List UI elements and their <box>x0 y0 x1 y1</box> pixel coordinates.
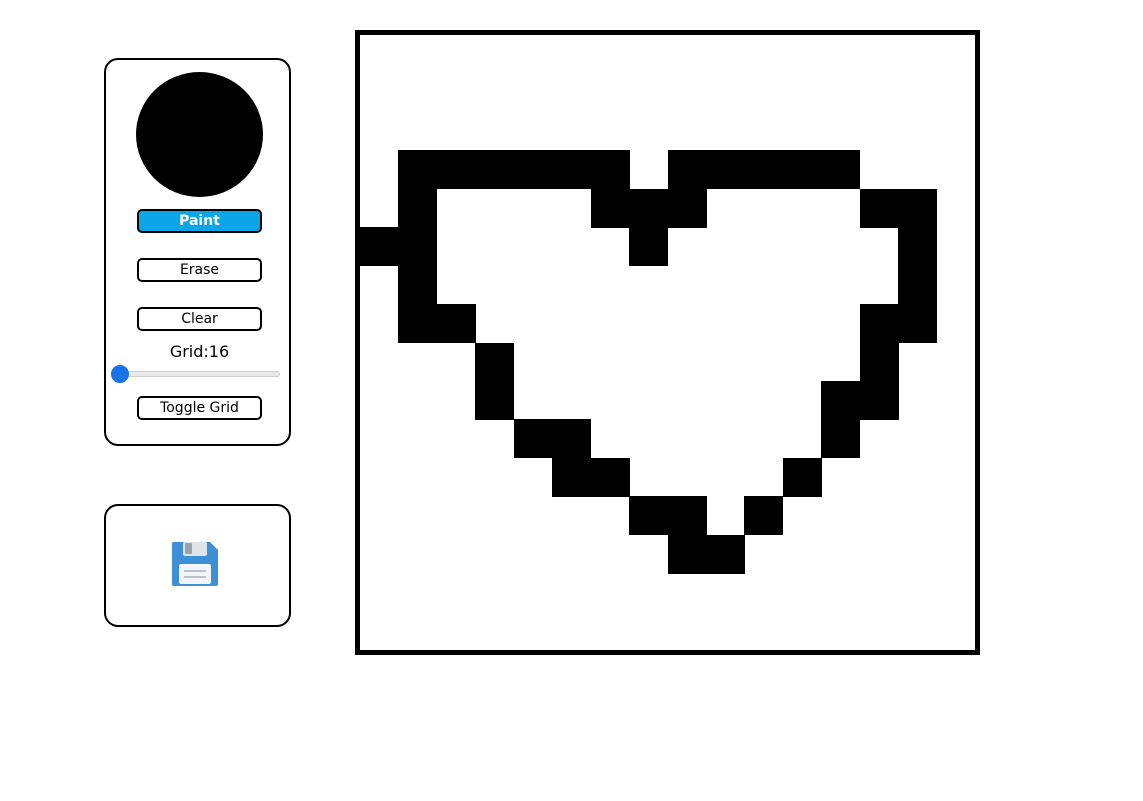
erase-button[interactable]: Erase <box>137 258 262 282</box>
pixel-cell[interactable] <box>859 342 899 382</box>
pixel-cell[interactable] <box>398 227 438 267</box>
paint-button[interactable]: Paint <box>137 209 262 233</box>
tools-panel: Paint Erase Clear Grid:16 Toggle Grid <box>104 58 291 446</box>
pixel-cell[interactable] <box>552 150 592 190</box>
pixel-cell[interactable] <box>667 496 707 536</box>
pixel-cell[interactable] <box>667 534 707 574</box>
pixel-cell[interactable] <box>898 304 938 344</box>
pixel-cell[interactable] <box>552 419 592 459</box>
grid-size-slider[interactable] <box>111 365 280 383</box>
pixel-cell[interactable] <box>744 496 784 536</box>
pixel-cell[interactable] <box>475 380 515 420</box>
pixel-cell[interactable] <box>744 150 784 190</box>
grid-size-label: Grid:16 <box>169 342 230 361</box>
pixel-cell[interactable] <box>398 188 438 228</box>
pixel-cell[interactable] <box>475 150 515 190</box>
pixel-cell[interactable] <box>360 227 399 267</box>
pixel-cell[interactable] <box>898 265 938 305</box>
floppy-disk-save-icon[interactable] <box>170 538 220 588</box>
pixel-cell[interactable] <box>436 304 476 344</box>
pixel-cell[interactable] <box>705 150 745 190</box>
pixel-cell[interactable] <box>590 188 630 228</box>
drawing-canvas[interactable] <box>355 30 980 655</box>
current-color-swatch[interactable] <box>136 72 263 197</box>
pixel-cell[interactable] <box>629 227 669 267</box>
pixel-cell[interactable] <box>859 188 899 228</box>
clear-button[interactable]: Clear <box>137 307 262 331</box>
slider-track[interactable] <box>120 371 280 377</box>
save-panel <box>104 504 291 627</box>
pixel-cell[interactable] <box>513 419 553 459</box>
pixel-cell[interactable] <box>705 534 745 574</box>
pixel-cell[interactable] <box>552 457 592 497</box>
pixel-cell[interactable] <box>667 150 707 190</box>
pixel-cell[interactable] <box>436 150 476 190</box>
pixel-cell[interactable] <box>821 419 861 459</box>
pixel-cell[interactable] <box>782 150 822 190</box>
pixel-cell[interactable] <box>590 457 630 497</box>
pixel-cell[interactable] <box>513 150 553 190</box>
pixel-cell[interactable] <box>821 150 861 190</box>
pixel-cell[interactable] <box>398 304 438 344</box>
pixel-cell[interactable] <box>782 457 822 497</box>
pixel-cell[interactable] <box>590 150 630 190</box>
toggle-grid-button[interactable]: Toggle Grid <box>137 396 262 420</box>
pixel-cell[interactable] <box>821 380 861 420</box>
pixel-cell[interactable] <box>398 150 438 190</box>
slider-thumb[interactable] <box>111 365 129 383</box>
pixel-cell[interactable] <box>898 188 938 228</box>
pixel-cell[interactable] <box>398 265 438 305</box>
pixel-cell[interactable] <box>667 188 707 228</box>
pixel-cell[interactable] <box>629 188 669 228</box>
pixel-cell[interactable] <box>859 304 899 344</box>
pixel-cell[interactable] <box>898 227 938 267</box>
pixel-cell[interactable] <box>859 380 899 420</box>
pixel-cell[interactable] <box>475 342 515 382</box>
pixel-cell[interactable] <box>629 496 669 536</box>
